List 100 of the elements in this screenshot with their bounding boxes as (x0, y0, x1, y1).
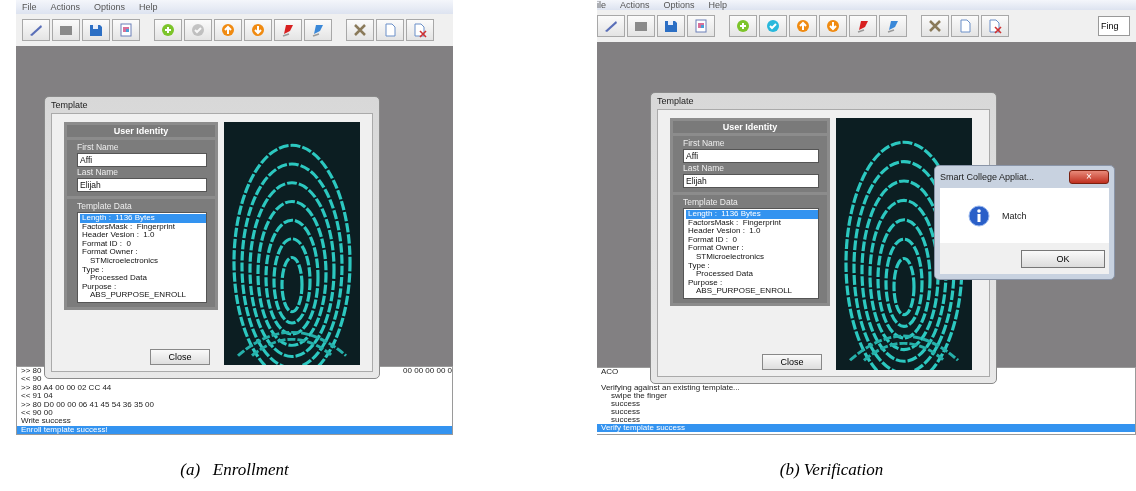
menu-item[interactable]: ile (597, 1, 606, 10)
list-item[interactable]: Purpose : (686, 278, 818, 288)
log-line: success (610, 416, 640, 424)
ok-button[interactable]: OK (1021, 249, 1105, 268)
delete-page-icon (412, 22, 428, 38)
list-item[interactable]: Header Vesion : 1.0 (686, 227, 818, 236)
toolbar-button[interactable] (819, 15, 847, 37)
field-label: First Name (683, 138, 726, 149)
message-text: Match (1002, 210, 1027, 221)
window-title: Template (51, 99, 89, 112)
toolbar-button[interactable] (951, 15, 979, 37)
list-item[interactable]: Format Owner : (686, 244, 818, 253)
log-line: << 91 04 (21, 392, 53, 401)
input-field[interactable]: Fing (1098, 16, 1130, 36)
log-line: ACO (601, 368, 619, 378)
field-label: Last Name (683, 163, 726, 174)
list-item[interactable]: Format Owner : (80, 248, 206, 257)
toolbar-button[interactable] (406, 19, 434, 41)
list-item[interactable]: Format ID : 0 (80, 239, 206, 249)
check-icon (190, 22, 206, 38)
log-line: Enroll template success! (21, 425, 108, 435)
toolbar-button[interactable] (244, 19, 272, 41)
toolbar-button[interactable] (346, 19, 374, 41)
toolbar-button[interactable] (304, 19, 332, 41)
toolbar-button[interactable] (214, 19, 242, 41)
toolbar-button[interactable] (657, 15, 685, 37)
log-line: success (610, 408, 640, 416)
section-header: User Identity (67, 125, 215, 137)
toolbar-button[interactable] (921, 15, 949, 37)
toolbar-button[interactable] (597, 15, 625, 37)
delete-page-icon (987, 18, 1003, 34)
toolbar-button[interactable] (789, 15, 817, 37)
list-item[interactable]: STMicroelectronics (80, 256, 206, 266)
toolbar-button[interactable] (376, 19, 404, 41)
window-title: Template (657, 95, 695, 108)
list-item[interactable]: Processed Data (686, 270, 818, 279)
image-icon (693, 18, 709, 34)
list-item[interactable]: Format ID : 0 (686, 235, 818, 245)
figure-caption: (b) Verification (778, 460, 885, 480)
input-field[interactable]: Elijah (683, 174, 819, 188)
plus-icon (735, 18, 751, 34)
close-button[interactable]: Close (762, 354, 822, 370)
menu-item[interactable]: File (22, 2, 37, 12)
close-button[interactable]: Close (150, 349, 210, 365)
input-field[interactable]: Elijah (77, 178, 207, 192)
list-item[interactable]: FactorsMask : Fingerprint (686, 218, 818, 228)
marker-icon (885, 18, 901, 34)
toolbar-button[interactable] (274, 19, 302, 41)
list-item[interactable]: Type : (686, 261, 818, 271)
list-item[interactable]: STMicroelectronics (686, 252, 818, 262)
image-icon (118, 22, 134, 38)
info-icon (968, 204, 990, 227)
menu-item[interactable]: Options (663, 1, 695, 10)
field-label: Template Data (77, 201, 133, 212)
list-item[interactable]: Header Vesion : 1.0 (80, 231, 206, 240)
check-icon (765, 18, 781, 34)
marker-icon (280, 22, 296, 38)
pen-icon (603, 18, 619, 34)
toolbar-button[interactable] (729, 15, 757, 37)
list-item[interactable]: ABS_PURPOSE_ENROLL (80, 291, 206, 300)
input-field[interactable]: Affi (683, 149, 819, 163)
list-item[interactable]: FactorsMask : Fingerprint (80, 222, 206, 232)
log-line: << 90 (21, 375, 42, 384)
log-line: >> 80 (21, 367, 42, 376)
figure-caption: (a) Enrollment (179, 460, 290, 480)
list-item[interactable]: Purpose : (80, 282, 206, 292)
menu-item[interactable]: Help (708, 1, 728, 10)
field-label: Last Name (77, 167, 120, 178)
field-label: First Name (77, 142, 120, 153)
arrow-down-icon (825, 18, 841, 34)
log-line: Verifying against an existing template... (601, 384, 740, 392)
marker-icon (310, 22, 326, 38)
toolbar-button[interactable] (52, 19, 80, 41)
list-item[interactable]: Type : (80, 265, 206, 275)
toolbar-button[interactable] (627, 15, 655, 37)
list-item[interactable]: ABS_PURPOSE_ENROLL (686, 287, 818, 296)
arrow-up-icon (795, 18, 811, 34)
toolbar-button[interactable] (687, 15, 715, 37)
section-header: User Identity (673, 121, 827, 133)
menu-item[interactable]: Options (94, 2, 126, 12)
list-item[interactable]: Processed Data (80, 274, 206, 283)
toolbar-button[interactable] (759, 15, 787, 37)
toolbar-button[interactable] (981, 15, 1009, 37)
log-line: >> 80 D0 00 00 06 41 45 54 36 35 00 (21, 400, 154, 409)
window-title: Smart College Appliat... (940, 172, 1036, 182)
toolbar-button[interactable] (22, 19, 50, 41)
log-line: Verify template success (601, 424, 686, 432)
page-icon (957, 18, 973, 34)
toolbar-button[interactable] (154, 19, 182, 41)
menu-item[interactable]: Actions (50, 2, 81, 12)
toolbar-button[interactable] (849, 15, 877, 37)
field-label: Template Data (683, 197, 739, 208)
menu-item[interactable]: Actions (620, 1, 650, 10)
toolbar-button[interactable] (82, 19, 110, 41)
toolbar-button[interactable] (112, 19, 140, 41)
marker-icon (855, 18, 871, 34)
log-line: << 90 00 (21, 408, 53, 418)
menu-item[interactable]: Help (139, 2, 158, 12)
toolbar-button[interactable] (879, 15, 907, 37)
input-field[interactable]: Affi (77, 153, 207, 167)
